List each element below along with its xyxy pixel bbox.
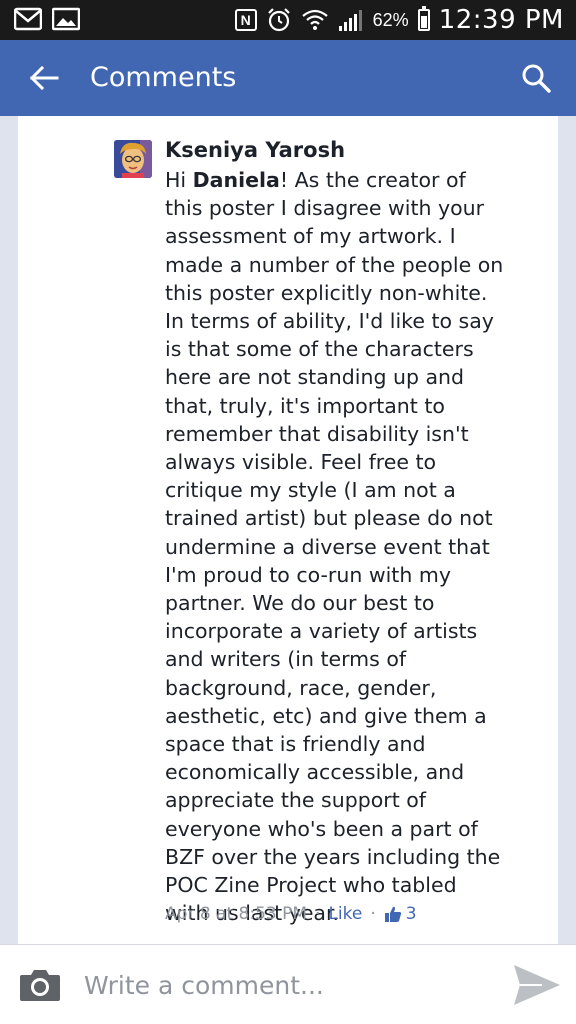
arrow-left-icon [29, 65, 59, 91]
like-count-value: 3 [405, 904, 417, 924]
app-bar: Comments [0, 40, 576, 116]
avatar[interactable] [114, 140, 152, 178]
like-button[interactable]: Like [328, 904, 362, 924]
mentioned-user[interactable]: Daniela [193, 168, 280, 192]
battery-icon [417, 6, 430, 31]
search-icon [522, 64, 551, 93]
comment-list: Kseniya Yarosh Hi Daniela! As the creato… [18, 116, 558, 944]
notification-icons [14, 7, 80, 31]
nfc-icon: N [234, 9, 257, 31]
gmail-icon [14, 7, 42, 31]
thumbs-up-icon [384, 906, 401, 922]
comment-meta: Apr 8 at 8:53 PM · Like · 3 [165, 904, 417, 924]
signal-icon [338, 10, 362, 31]
meta-separator: · [370, 904, 376, 924]
comment-text: ! As the creator of this poster I disagr… [165, 168, 504, 926]
comment-timestamp[interactable]: Apr 8 at 8:53 PM [165, 904, 307, 924]
camera-button[interactable] [18, 967, 62, 1003]
battery-percent: 62% [372, 9, 409, 30]
comment-input[interactable] [84, 965, 484, 1005]
meta-separator: · [315, 904, 321, 924]
page-title: Comments [90, 62, 237, 93]
status-bar: N 62% 12:39 PM [0, 0, 576, 40]
comment-composer [0, 944, 576, 1024]
like-count[interactable]: 3 [384, 904, 417, 924]
send-icon [514, 965, 560, 1005]
system-status: N 62% 12:39 PM [234, 2, 564, 38]
clock: 12:39 PM [438, 5, 564, 35]
profile-photo-icon [114, 140, 152, 178]
back-button[interactable] [22, 60, 66, 96]
wifi-icon [301, 9, 328, 30]
camera-icon [20, 970, 60, 1001]
gallery-icon [52, 7, 80, 31]
comment-body: Hi Daniela! As the creator of this poste… [165, 166, 505, 927]
comment-greeting: Hi [165, 168, 193, 192]
search-button[interactable] [516, 58, 556, 98]
comment-author[interactable]: Kseniya Yarosh [165, 138, 345, 162]
send-button[interactable] [512, 962, 562, 1008]
alarm-icon [267, 8, 290, 32]
